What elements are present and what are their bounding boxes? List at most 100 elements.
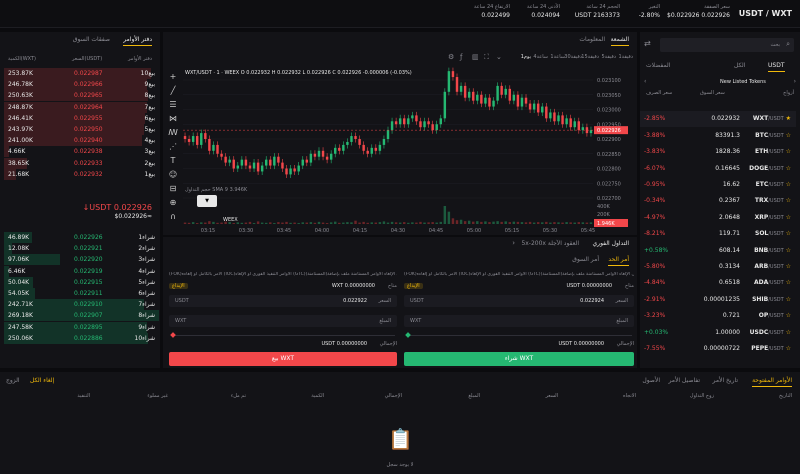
horizontal-line-icon[interactable]: ☰	[167, 100, 179, 109]
orderbook-row[interactable]: 4.66K 0.022938 بيع3	[4, 146, 159, 158]
orderbook-row[interactable]: 243.97K 0.022950 بيع5	[4, 124, 159, 135]
market-row-pepe[interactable]: -7.55% 0.00000722 PEPE/USDT ☆	[640, 341, 796, 357]
orderbook-row[interactable]: 46.89K 0.022926 شراء1	[4, 232, 159, 243]
tab-orderbook[interactable]: دفتر الأوامر	[123, 36, 152, 46]
market-row-shib[interactable]: -2.91% 0.00001235 SHIB/USDT ☆	[640, 291, 796, 307]
market-row-sol[interactable]: -8.21% 119.71 SOL/USDT ☆	[640, 226, 796, 242]
buy-percent-slider[interactable]	[405, 332, 632, 338]
crosshair-icon[interactable]: +	[167, 72, 179, 81]
orderbook-row[interactable]: 269.18K 0.022907 شراء8	[4, 310, 159, 322]
buy-deposit-button[interactable]: الإيداع	[404, 283, 423, 289]
orderbook-row[interactable]: 6.46K 0.022919 شراء4	[4, 265, 159, 277]
interval-1[interactable]: 5دقيقة	[601, 54, 616, 60]
chevron-right-icon[interactable]: ›	[794, 78, 796, 85]
chevron-left-icon[interactable]: ‹	[644, 78, 646, 85]
tab-market-order[interactable]: أمر السوق	[572, 256, 599, 263]
zoom-icon[interactable]: ⊕	[167, 198, 179, 207]
star-icon[interactable]: ☆	[786, 165, 791, 172]
tab-candles[interactable]: الشمعة	[610, 36, 629, 46]
sell-deposit-button[interactable]: الإيداع	[169, 283, 188, 289]
star-icon[interactable]: ☆	[786, 296, 791, 303]
search-input[interactable]: بحث ⌕	[660, 38, 794, 52]
sell-amount-input[interactable]: المبلغ WXT	[169, 315, 397, 327]
orderbook-row[interactable]: 253.87K 0.022987 بيع10	[4, 68, 159, 79]
chevron-down-icon[interactable]: ⌄	[496, 53, 502, 61]
star-icon[interactable]: ☆	[786, 230, 791, 237]
orderbook-row[interactable]: 97.06K 0.022920 شراء3	[4, 254, 159, 266]
col-pair[interactable]: أزواج	[783, 90, 794, 96]
magnet-icon[interactable]: ∩	[167, 212, 179, 221]
tab-all[interactable]: الكل	[734, 62, 745, 69]
market-row-arb[interactable]: -5.80% 0.3134 ARB/USDT ☆	[640, 259, 796, 275]
emoji-icon[interactable]: ☺	[167, 170, 179, 179]
market-row-op[interactable]: -3.23% 0.721 OP/USDT ☆	[640, 308, 796, 324]
market-row-doge[interactable]: -6.07% 0.16645 DOGE/USDT ☆	[640, 160, 796, 176]
market-row-eth[interactable]: -3.83% 1828.36 ETH/USDT ☆	[640, 144, 796, 160]
star-icon[interactable]: ★	[786, 115, 791, 122]
star-icon[interactable]: ☆	[786, 247, 791, 254]
orderbook-row[interactable]: 12.08K 0.022921 شراء2	[4, 243, 159, 255]
orderbook-row[interactable]: 247.58K 0.022895 شراء9	[4, 321, 159, 333]
tab-favorites[interactable]: المفضلات	[646, 62, 670, 69]
interval-4[interactable]: 1ساعة	[550, 54, 565, 60]
tab-new-listed[interactable]: New Listed Tokens	[720, 79, 766, 85]
market-row-btc[interactable]: -3.88% 83391.3 BTC/USDT ☆	[640, 127, 796, 143]
orderbook-row[interactable]: 246.78K 0.022966 بيع9	[4, 79, 159, 91]
interval-3[interactable]: 30دقيقة	[564, 54, 582, 60]
interval-2[interactable]: 15دقيقة	[581, 54, 599, 60]
market-row-xrp[interactable]: -4.97% 2.0648 XRP/USDT ☆	[640, 209, 796, 225]
market-row-wxt[interactable]: -2.85% 0.022932 WXT/USDT ★	[640, 111, 796, 127]
pair-filter[interactable]: الزوج	[6, 377, 20, 384]
star-icon[interactable]: ☆	[786, 132, 791, 139]
star-icon[interactable]: ☆	[786, 263, 791, 270]
tab-futures[interactable]: 5x-200x العقود الآجلة	[521, 240, 579, 247]
star-icon[interactable]: ☆	[786, 312, 791, 319]
swap-icon[interactable]: ⇄	[644, 39, 651, 48]
candlestick-chart[interactable]: 0.0231000.0230500.0230000.0229500.022900…	[183, 66, 637, 235]
tab-open-orders[interactable]: الأوامر المفتوحة	[752, 377, 792, 387]
fullscreen-icon[interactable]: ⛶	[484, 53, 489, 62]
cancel-all-button[interactable]: إلغاء الكل	[30, 377, 54, 384]
sell-options[interactable]: (FOK)الأمر بالكامل أو إلغاءه (IOC)الأوام…	[169, 272, 397, 277]
ruler-icon[interactable]: ⊟	[167, 184, 179, 193]
sell-button[interactable]: بيع WXT	[169, 352, 397, 366]
sell-price-input[interactable]: السعر 0.022922 USDT	[169, 295, 397, 307]
star-icon[interactable]: ☆	[786, 197, 791, 204]
orderbook-row[interactable]: 242.71K 0.022910 شراء7	[4, 299, 159, 311]
indicators-icon[interactable]: ƒ	[460, 53, 462, 61]
tab-market-trades[interactable]: صفقات السوق	[73, 36, 110, 43]
sell-slider-handle[interactable]	[170, 332, 176, 338]
orderbook-row[interactable]: 246.41K 0.022955 بيع6	[4, 112, 159, 124]
buy-price-input[interactable]: السعر 0.022924 USDT	[404, 295, 634, 307]
tab-limit-order[interactable]: أمر الحد	[608, 256, 629, 266]
market-row-bnb[interactable]: +0.58% 608.14 BNB/USDT ☆	[640, 242, 796, 258]
interval-6[interactable]: 1يوم	[521, 54, 531, 60]
tab-order-history[interactable]: تاريخ الأمر	[713, 377, 738, 384]
tab-order-details[interactable]: تفاصيل الأمر	[668, 377, 700, 384]
settings-icon[interactable]: ⚙	[448, 53, 454, 61]
buy-slider-handle[interactable]	[405, 332, 411, 338]
star-icon[interactable]: ☆	[786, 279, 791, 286]
chevron-right-icon[interactable]: ›	[512, 239, 515, 247]
star-icon[interactable]: ☆	[786, 214, 791, 221]
market-row-etc[interactable]: -0.95% 16.62 ETC/USDT ☆	[640, 177, 796, 193]
buy-amount-input[interactable]: المبلغ WXT	[404, 315, 634, 327]
buy-button[interactable]: شراء WXT	[404, 352, 634, 366]
orderbook-row[interactable]: 38.65K 0.022933 بيع2	[4, 157, 159, 169]
market-row-trx[interactable]: -0.34% 0.2367 TRX/USDT ☆	[640, 193, 796, 209]
candle-type-icon[interactable]: ▥	[472, 53, 479, 61]
orderbook-row[interactable]: 248.87K 0.022964 بيع7	[4, 101, 159, 113]
interval-5[interactable]: 4ساعة	[533, 54, 548, 60]
star-icon[interactable]: ☆	[786, 148, 791, 155]
orderbook-row[interactable]: 250.63K 0.022965 بيع8	[4, 90, 159, 102]
orderbook-row[interactable]: 54.05K 0.022911 شراء6	[4, 288, 159, 299]
buy-options[interactable]: (FOK)الأمر بالكامل أو إلغاءه (IOC)الأوام…	[404, 272, 634, 277]
pair-title[interactable]: USDT / WXT	[739, 9, 792, 18]
tab-spot[interactable]: التداول الفوري	[592, 240, 629, 247]
star-icon[interactable]: ☆	[786, 345, 791, 352]
tab-assets[interactable]: الأصول	[642, 377, 660, 384]
star-icon[interactable]: ☆	[786, 181, 791, 188]
sell-percent-slider[interactable]	[170, 332, 395, 338]
orderbook-row[interactable]: 250.06K 0.022886 شراء10	[4, 332, 159, 344]
pitchfork-icon[interactable]: ⋈	[167, 114, 179, 123]
